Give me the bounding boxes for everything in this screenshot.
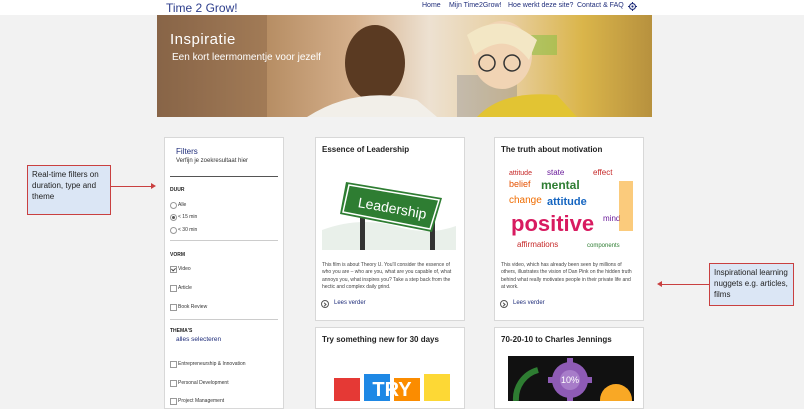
leadership-image: Leadership — [322, 160, 456, 250]
gears-image: 10% — [508, 356, 634, 401]
form-option-label: Book Review — [178, 304, 208, 310]
filters-title: Filters — [176, 147, 198, 156]
card-description: This film is about Theory U. You'll cons… — [322, 262, 452, 290]
gear-percent-text: 10% — [561, 375, 579, 385]
svg-text:belief: belief — [509, 179, 531, 189]
theme-checkbox-personal-development[interactable] — [170, 380, 177, 387]
word: effect — [593, 168, 613, 177]
word: positive — [511, 211, 594, 236]
form-checkbox-article[interactable] — [170, 285, 177, 292]
try-image: TRY — [330, 356, 456, 401]
theme-option-label: Entrepreneurship & Innovation — [178, 361, 246, 367]
word: mental — [541, 178, 580, 192]
theme-option-label: Personal Development — [178, 380, 229, 386]
duration-radio-15[interactable] — [170, 214, 177, 221]
read-more-link[interactable]: Lees verder — [513, 300, 545, 306]
read-more-link[interactable]: Lees verder — [334, 300, 366, 306]
annotation-filters: Real-time filters on duration, type and … — [27, 165, 111, 215]
theme-checkbox-entrepreneurship[interactable] — [170, 361, 177, 368]
svg-text:attitude: attitude — [509, 170, 532, 177]
card-title[interactable]: Essence of Leadership — [322, 145, 409, 154]
filters-subtitle: Verfijn je zoekresultaat hier — [176, 158, 249, 164]
divider — [170, 176, 278, 177]
duration-option-label: < 15 min — [178, 214, 198, 220]
hero-subtitle: Een kort leermomentje voor jezelf — [172, 52, 321, 63]
svg-text:mind: mind — [603, 214, 620, 223]
chevron-right-icon[interactable] — [500, 300, 508, 308]
theme-checkbox-project-management[interactable] — [170, 398, 177, 405]
gear-icon[interactable] — [628, 2, 637, 11]
word: attitude — [547, 196, 587, 208]
form-checkbox-video[interactable] — [170, 266, 177, 273]
svg-text:state: state — [547, 168, 565, 177]
svg-text:components: components — [587, 243, 620, 249]
form-checkbox-book-review[interactable] — [170, 304, 177, 311]
word-cloud-image: attitude state effect belief mental chan… — [507, 163, 635, 251]
form-option-label: Article — [178, 285, 192, 291]
annotation-arrow — [111, 186, 151, 187]
card-description: This video, which has already been seen … — [501, 262, 632, 290]
try-text: TRY — [372, 379, 412, 401]
nav-hoe-werkt[interactable]: Hoe werkt deze site? — [508, 2, 573, 9]
divider — [170, 240, 278, 241]
top-bar: Time 2 Grow! Home Mijn Time2Grow! Hoe we… — [0, 0, 804, 15]
nav-contact-faq[interactable]: Contact & FAQ — [577, 2, 624, 9]
annotation-arrow — [662, 284, 709, 285]
duration-option-label: < 30 min — [178, 227, 198, 233]
site-logo[interactable]: Time 2 Grow! — [166, 1, 238, 15]
word: affirmations — [517, 240, 558, 249]
hero-title: Inspiratie — [170, 31, 236, 48]
duration-radio-all[interactable] — [170, 202, 177, 209]
divider — [170, 319, 278, 320]
word: change — [509, 195, 542, 206]
form-heading: VORM — [170, 252, 185, 258]
duration-radio-30[interactable] — [170, 227, 177, 234]
chevron-right-icon[interactable] — [321, 300, 329, 308]
nav-mijn-time2grow[interactable]: Mijn Time2Grow! — [449, 2, 502, 9]
form-option-label: Video — [178, 266, 191, 272]
card-title[interactable]: 70-20-10 to Charles Jennings — [501, 335, 612, 344]
duration-option-label: Alle — [178, 202, 187, 208]
select-all-link[interactable]: alles selecteren — [176, 336, 221, 343]
filters-panel — [164, 137, 284, 409]
theme-option-label: Project Management — [178, 398, 225, 404]
arrow-head-icon — [151, 183, 156, 189]
duration-heading: DUUR — [170, 187, 185, 193]
themes-heading: THEMA'S — [170, 328, 193, 334]
card-title[interactable]: The truth about motivation — [501, 145, 602, 154]
card-title[interactable]: Try something new for 30 days — [322, 335, 439, 344]
annotation-nuggets: Inspirational learning nuggets e.g. arti… — [709, 263, 794, 306]
nav-home[interactable]: Home — [422, 2, 441, 9]
arrow-head-icon — [657, 281, 662, 287]
